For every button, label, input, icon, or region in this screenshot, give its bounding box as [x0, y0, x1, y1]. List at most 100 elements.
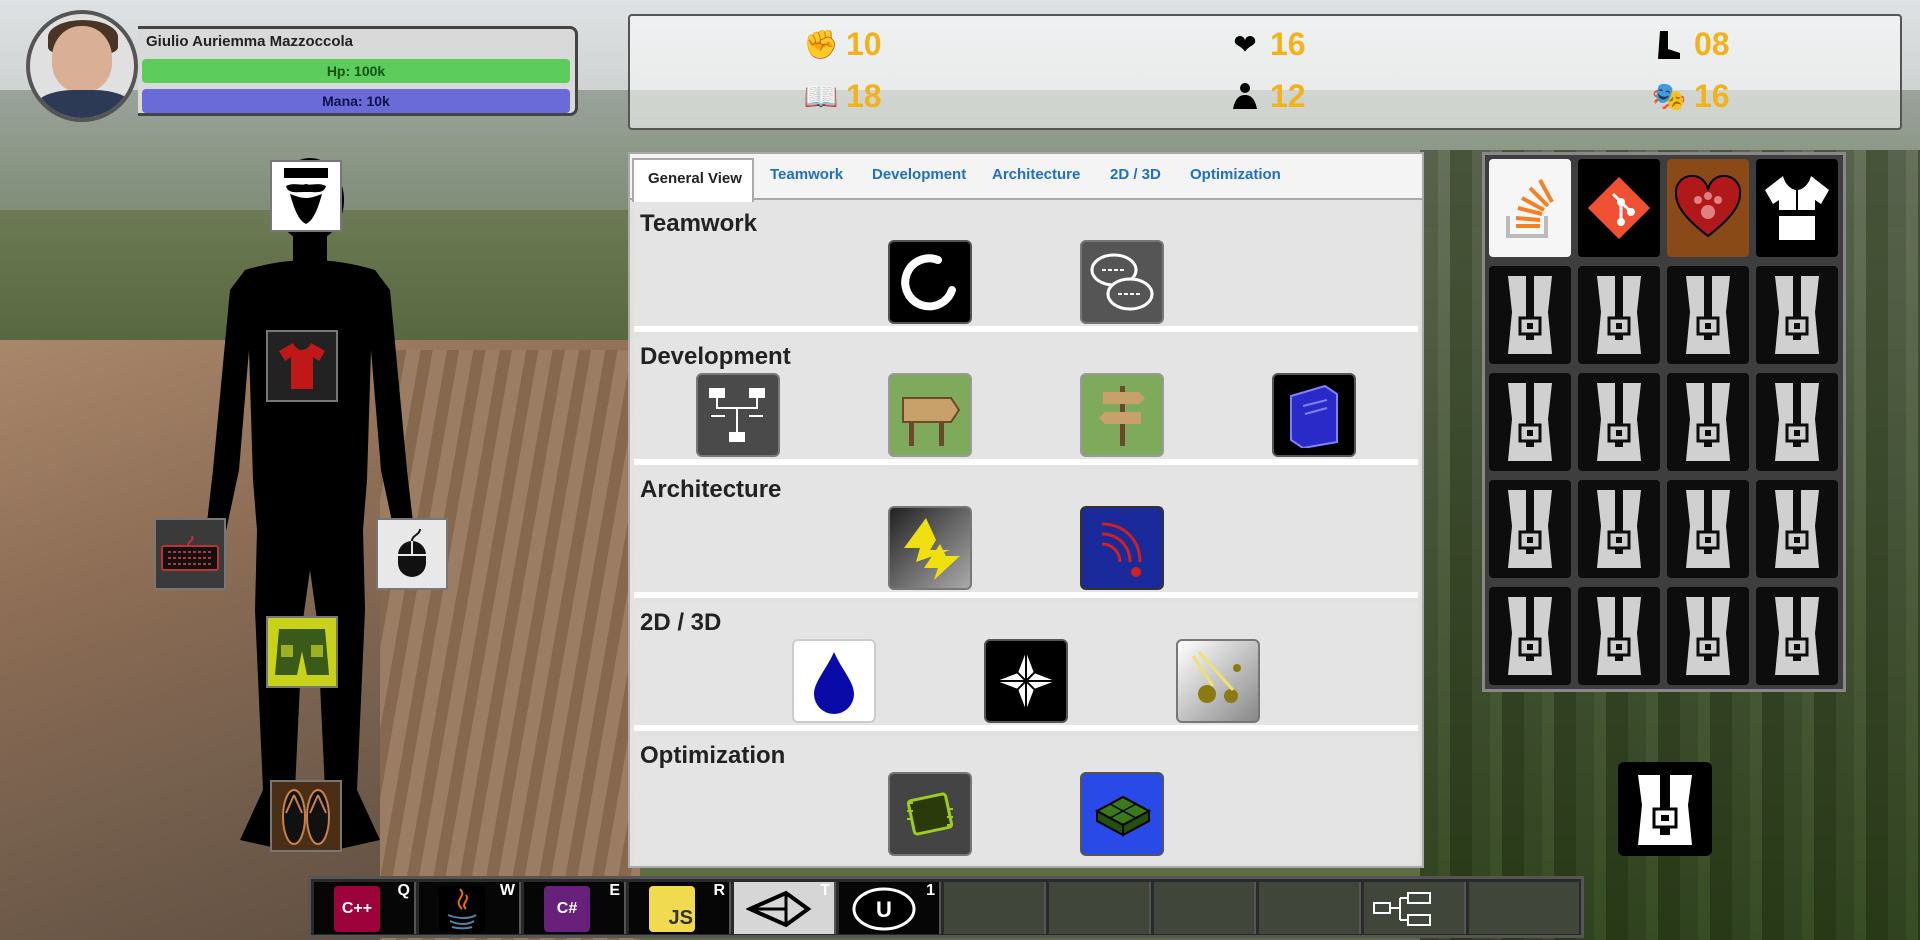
hotbar-slot-1[interactable]: U 1 — [839, 882, 941, 934]
bag-icon — [1508, 276, 1552, 354]
section-teamwork: Teamwork — [634, 204, 1418, 332]
circuit-chip-icon[interactable] — [888, 772, 972, 856]
star-compass-icon[interactable] — [984, 639, 1068, 723]
backpack-icon[interactable] — [1618, 762, 1712, 856]
speech-bubbles-icon[interactable] — [1080, 240, 1164, 324]
inventory-slot-empty[interactable] — [1578, 373, 1660, 471]
bag-icon — [1597, 383, 1641, 461]
lightning-icon[interactable] — [888, 506, 972, 590]
tab-teamwork[interactable]: Teamwork — [770, 166, 843, 183]
tab-architecture[interactable]: Architecture — [992, 166, 1080, 183]
tab-general-view[interactable]: General View — [632, 158, 754, 202]
hotbar-slot-empty[interactable] — [944, 882, 1046, 934]
spheres-icon[interactable] — [1176, 639, 1260, 723]
book-icon[interactable] — [1272, 373, 1356, 457]
hotbar-slot-t[interactable]: T — [734, 882, 836, 934]
enso-circle-icon[interactable] — [888, 240, 972, 324]
mana-bar: Mana: 10k — [142, 89, 570, 113]
bag-icon — [1686, 597, 1730, 675]
inventory-slot-empty[interactable] — [1489, 373, 1571, 471]
equip-slot-head[interactable] — [270, 160, 342, 232]
tshirt-icon — [279, 343, 325, 389]
hotbar-slot-r[interactable]: JS R — [629, 882, 731, 934]
skills-panel: General View Teamwork Development Archit… — [628, 152, 1424, 868]
hotbar-slot-empty[interactable] — [1154, 882, 1256, 934]
stat-vitality: ❤ 16 — [1228, 26, 1305, 63]
grid-cube-icon[interactable] — [1080, 772, 1164, 856]
boot-icon — [1652, 28, 1686, 62]
stackoverflow-icon[interactable] — [1489, 159, 1571, 257]
inventory-slot-empty[interactable] — [1667, 266, 1749, 364]
tab-development[interactable]: Development — [872, 166, 966, 183]
player-avatar[interactable] — [26, 10, 138, 122]
hotbar-slot-w[interactable]: W — [419, 882, 521, 934]
unreal-icon: U — [849, 886, 919, 932]
svg-text:U: U — [876, 897, 892, 922]
inventory-slot-empty[interactable] — [1756, 587, 1838, 685]
hotbar-slot-e[interactable]: C# E — [524, 882, 626, 934]
hotkey-label: Q — [397, 882, 410, 899]
section-2d-3d: 2D / 3D — [634, 603, 1418, 731]
stat-charisma: 🎭 16 — [1652, 78, 1730, 115]
git-icon[interactable] — [1578, 159, 1660, 257]
unity-icon — [744, 886, 814, 932]
section-title: Development — [640, 343, 791, 370]
bag-icon — [1508, 383, 1552, 461]
hotbar-slot-q[interactable]: C++ Q — [314, 882, 416, 934]
bag-icon — [1597, 276, 1641, 354]
inventory-slot-empty[interactable] — [1667, 373, 1749, 471]
stat-agility: 08 — [1652, 26, 1730, 63]
inventory-slot-empty[interactable] — [1756, 373, 1838, 471]
inventory-slot-empty[interactable] — [1578, 587, 1660, 685]
tab-optimization[interactable]: Optimization — [1190, 166, 1281, 183]
radio-waves-icon[interactable] — [1080, 506, 1164, 590]
bag-icon — [1775, 490, 1819, 568]
meditation-icon — [1228, 80, 1262, 114]
hotkey-label: E — [609, 882, 620, 899]
inventory-slot-empty[interactable] — [1756, 480, 1838, 578]
hotkey-label: T — [820, 882, 830, 899]
inventory-slot-empty[interactable] — [1489, 480, 1571, 578]
java-icon — [439, 886, 485, 932]
player-profile: Giulio Auriemma Mazzoccola Hp: 100k Mana… — [138, 26, 578, 116]
inventory-slot-empty[interactable] — [1667, 587, 1749, 685]
hotbar-slot-empty[interactable] — [1049, 882, 1151, 934]
stat-wisdom: 12 — [1228, 78, 1306, 115]
karate-gi-icon[interactable] — [1756, 159, 1838, 257]
hierarchy-icon[interactable] — [696, 373, 780, 457]
wooden-sign-icon[interactable] — [888, 373, 972, 457]
hotbar-slot-empty[interactable] — [1259, 882, 1361, 934]
equip-slot-right-hand[interactable] — [376, 518, 448, 590]
bag-icon — [1597, 490, 1641, 568]
stat-value: 16 — [1694, 78, 1730, 114]
inventory-slot-empty[interactable] — [1489, 587, 1571, 685]
fist-icon: ✊ — [803, 29, 839, 60]
paw-heart-icon[interactable] — [1667, 159, 1749, 257]
equip-slot-feet[interactable] — [270, 780, 342, 852]
tab-2d-3d[interactable]: 2D / 3D — [1110, 166, 1161, 183]
bag-icon — [1686, 383, 1730, 461]
hotbar: C++ Q W C# E JS R T U 1 — [308, 876, 1584, 938]
hotbar-slot-diagram[interactable] — [1364, 882, 1466, 934]
hotbar-slot-empty[interactable] — [1469, 882, 1579, 934]
stat-strength: ✊ 10 — [804, 26, 882, 63]
inventory-slot-empty[interactable] — [1667, 480, 1749, 578]
equip-slot-legs[interactable] — [266, 616, 338, 688]
section-title: Optimization — [640, 742, 786, 769]
signpost-icon[interactable] — [1080, 373, 1164, 457]
javascript-icon: JS — [649, 886, 695, 932]
water-drop-icon[interactable] — [792, 639, 876, 723]
equip-slot-left-hand[interactable] — [154, 518, 226, 590]
inventory-slot-empty[interactable] — [1578, 266, 1660, 364]
inventory-slot-empty[interactable] — [1578, 480, 1660, 578]
hotkey-label: R — [713, 882, 725, 899]
stat-value: 08 — [1694, 26, 1730, 62]
section-title: Architecture — [640, 476, 782, 503]
stat-value: 12 — [1270, 78, 1306, 114]
equip-slot-chest[interactable] — [266, 330, 338, 402]
stats-panel: ✊ 10 ❤ 16 08 📖 18 12 🎭 16 — [628, 14, 1902, 130]
inventory-slot-empty[interactable] — [1756, 266, 1838, 364]
inventory-slot-empty[interactable] — [1489, 266, 1571, 364]
keyboard-icon — [161, 535, 219, 571]
csharp-icon: C# — [544, 886, 590, 932]
